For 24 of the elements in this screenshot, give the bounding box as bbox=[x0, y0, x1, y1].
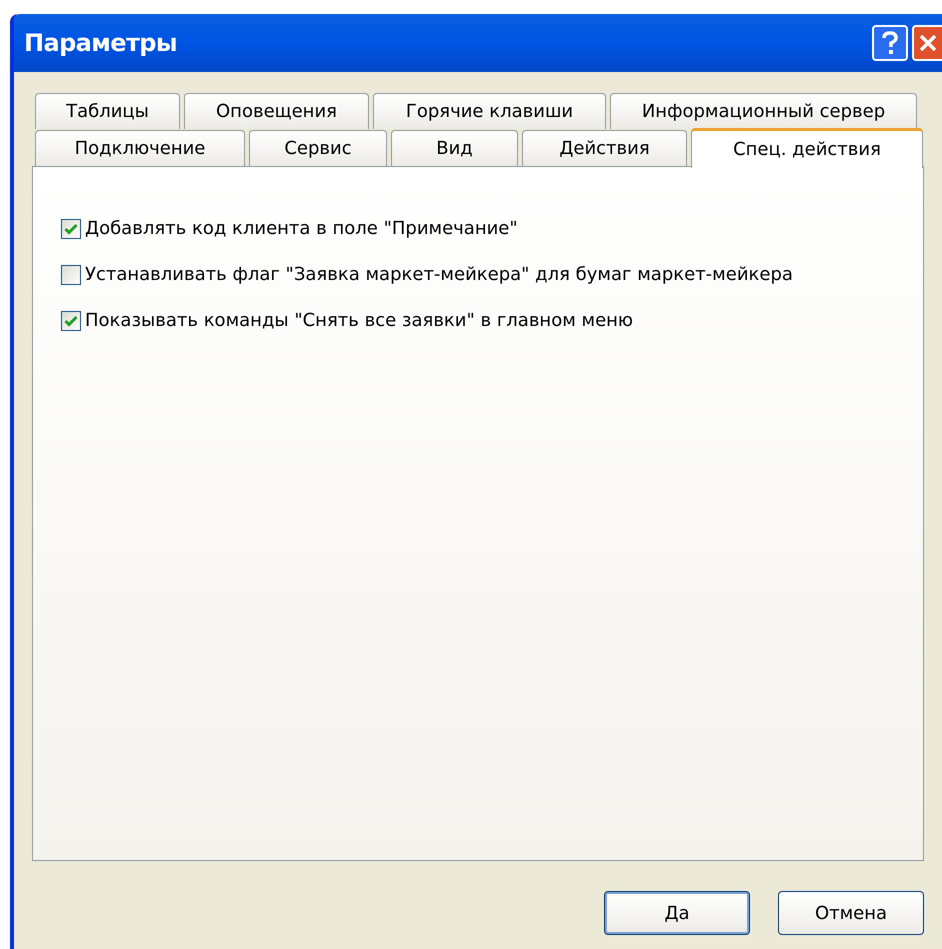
tab[interactable]: Вид bbox=[391, 130, 518, 166]
option-label: Добавлять код клиента в поле "Примечание" bbox=[85, 217, 518, 241]
tab[interactable]: Действия bbox=[522, 130, 687, 166]
checkbox[interactable] bbox=[61, 218, 81, 238]
option-label: Показывать команды "Снять все заявки" в главном меню bbox=[85, 309, 634, 333]
checkbox[interactable] bbox=[61, 264, 81, 284]
question-mark-icon bbox=[881, 31, 899, 55]
tab[interactable]: Сервис bbox=[249, 130, 387, 166]
tab[interactable]: Таблицы bbox=[35, 93, 180, 129]
close-button[interactable] bbox=[912, 25, 942, 61]
option-label: Устанавливать флаг "Заявка маркет-мейкера" для бумаг маркет-мейкера bbox=[85, 263, 793, 287]
dialog-button[interactable]: Отмена bbox=[778, 891, 924, 935]
tab[interactable]: Подключение bbox=[35, 130, 245, 166]
checkmark-icon bbox=[64, 314, 78, 326]
tab[interactable]: Спец. действия bbox=[691, 128, 923, 168]
close-icon bbox=[918, 33, 938, 53]
checkbox[interactable] bbox=[61, 310, 81, 330]
checkmark-icon bbox=[64, 222, 78, 234]
tab[interactable]: Горячие клавиши bbox=[373, 93, 606, 129]
window-title: Параметры bbox=[24, 28, 178, 59]
help-button[interactable] bbox=[872, 25, 908, 61]
tab[interactable]: Информационный сервер bbox=[610, 93, 917, 129]
tab[interactable]: Оповещения bbox=[184, 93, 369, 129]
dialog-button[interactable]: Да bbox=[604, 891, 750, 935]
